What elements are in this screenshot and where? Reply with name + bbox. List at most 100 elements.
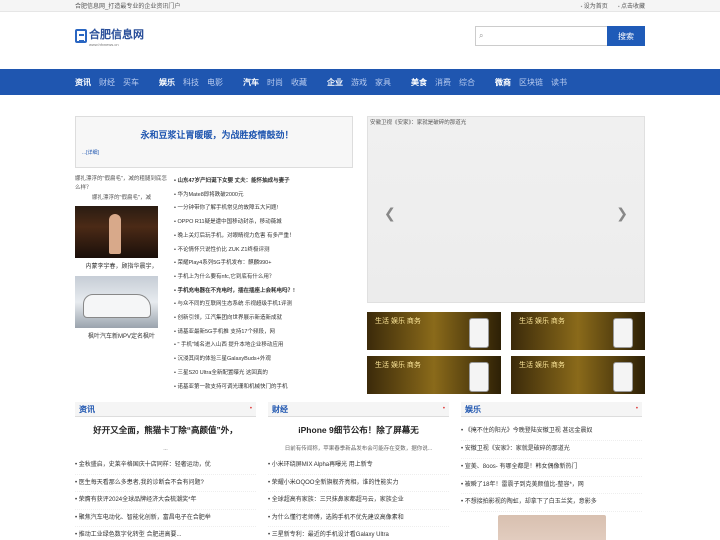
nav-group: 微商 区块链 读书 <box>495 77 567 88</box>
nav-sub-item[interactable]: 游戏 <box>351 77 367 88</box>
news-list-item[interactable]: 荣耀Play4系列5G手机发布：麒麟990+ <box>174 257 353 271</box>
nav-sub-item[interactable]: 买车 <box>123 77 139 88</box>
slider-caption[interactable]: 安徽卫视《安家》：家就是破碎的那道光 <box>370 118 466 126</box>
news-list-item[interactable]: 创新引领，江汽集团向世界展示新造新成就 <box>174 312 353 326</box>
promo-box[interactable]: 永和豆浆让胃暖暖，为战胜疫情鼓劲！ ...[详细] <box>75 116 353 168</box>
category-sections: 资讯 • 好开又全面，熊猫卡丁除“高颜值”外，... 金秋盛启，史莱辛格国庆十店同样：… <box>0 402 720 540</box>
section-list-item[interactable]: 金秋盛启，史莱辛格国庆十店同样：轻奢运动，优 <box>75 457 256 475</box>
nav-item[interactable]: 微商 <box>495 77 511 88</box>
more-icon[interactable]: • <box>250 406 252 412</box>
bookmark-link[interactable]: 点击收藏 <box>618 1 645 10</box>
section-list-item[interactable]: 三星新专利：最近的手机设计看Galaxy Ultra <box>268 527 449 540</box>
section-list-item[interactable]: 《掩不住的阳光》今晚登陆安徽卫视 甚远金晨奴 <box>461 423 642 442</box>
search-button[interactable]: 搜索 <box>607 26 645 46</box>
section-list-item[interactable]: 宣美、8oos- 有哪全都是！韩女偶像新热门 <box>461 459 642 477</box>
news-list-item[interactable]: 手机上为什么要有nfc,它到底有什么用？ <box>174 271 353 285</box>
section-title[interactable]: 娱乐 <box>465 404 481 415</box>
section-feature-summary: 日前有传闻称，苹果春季新品发布会可能存在变数，据你说... <box>284 446 433 453</box>
nav-group: 汽车 时尚 收藏 <box>243 77 307 88</box>
set-home-link[interactable]: 设为首页 <box>581 1 608 10</box>
more-icon[interactable]: • <box>636 406 638 412</box>
news-list-item[interactable]: 与众不同的互联网生态系统 乐视超级手机1评测 <box>174 298 353 312</box>
top-links: 设为首页 点击收藏 <box>581 1 645 10</box>
ad-banner[interactable]: 生活 娱乐 商务 <box>367 312 501 350</box>
promo-more-link[interactable]: ...[详细] <box>82 149 352 156</box>
news-list-item[interactable]: " 手机"域名进入山西 提升本地企业移动应用 <box>174 339 353 353</box>
section-image[interactable] <box>497 515 606 540</box>
section-list-item[interactable]: 推动工业绿色数字化转型 合肥进高要... <box>75 527 256 540</box>
section-title[interactable]: 资讯 <box>79 404 95 415</box>
news-list-item[interactable]: 沉浸其间的体验三星GalaxyBuds+外观 <box>174 353 353 367</box>
logo-icon <box>75 29 87 43</box>
section-list-item[interactable]: 全球超高有家族：三只抹鼻家都超马云，家族企业 <box>268 492 449 510</box>
header: 合肥信息网 www.hfxnews.cn ⌕ 搜索 <box>0 12 720 60</box>
thumb-item[interactable]: 枫叶汽车新MPV定名枫叶 <box>75 276 168 340</box>
section-list: 金秋盛启，史莱辛格国庆十店同样：轻奢运动，优医生每天看那么多患者,我的诊断会不会… <box>75 457 256 540</box>
more-icon[interactable]: • <box>443 406 445 412</box>
nav-sub-item[interactable]: 区块链 <box>519 77 543 88</box>
slider-next-icon[interactable]: ❯ <box>616 205 628 222</box>
news-list-item[interactable]: 三星S20 Ultra全新配置曝光 这回真的 <box>174 367 353 381</box>
news-list-item[interactable]: 华为Mate8即将跌破2000元 <box>174 189 353 203</box>
nav-group: 企业 游戏 家具 <box>327 77 391 88</box>
section-header: 娱乐 • <box>461 402 642 418</box>
search-bar: ⌕ 搜索 <box>475 26 645 46</box>
section-list-item[interactable]: 安徽卫视《安家》：家就是破碎的那道光 <box>461 441 642 459</box>
thumb-image-car[interactable] <box>75 276 158 328</box>
nav-item[interactable]: 美食 <box>411 77 427 88</box>
nav-sub-item[interactable]: 财经 <box>99 77 115 88</box>
image-slider[interactable]: 安徽卫视《安家》：家就是破碎的那道光 ❮ ❯ <box>367 116 645 303</box>
nav-item[interactable]: 企业 <box>327 77 343 88</box>
thumb-top-caption[interactable]: 娜扎漂浮的"假扁毛"，减的粗腿到底怎么样？ <box>75 175 168 194</box>
section-header: 财经 • <box>268 402 449 418</box>
nav-sub-item[interactable]: 收藏 <box>291 77 307 88</box>
section-list-item[interactable]: 聚焦汽车电动化、智能化创新，富昌电子在合肥举 <box>75 510 256 528</box>
section-list: 小米环绕屏MIX Alpha再曝光 用上新专荣耀小米OQOO全新旗舰齐亮相，谁的… <box>268 457 449 540</box>
nav-item[interactable]: 汽车 <box>243 77 259 88</box>
news-list-item[interactable]: OPPO R11疑是遭中国移动封杀，移动薇城 <box>174 216 353 230</box>
nav-sub-item[interactable]: 电影 <box>207 77 223 88</box>
ad-banner[interactable]: 生活 娱乐 商务 <box>511 356 645 394</box>
thumb-caption[interactable]: 内蒙李宇春，顾指华晨宇， <box>75 261 168 270</box>
nav-group: 美食 消费 综合 <box>411 77 475 88</box>
news-list-item[interactable]: 诺基亚第一款支持可调光珊和机械快门的手机 <box>174 381 353 395</box>
nav-sub-item[interactable]: 读书 <box>551 77 567 88</box>
ad-banner[interactable]: 生活 娱乐 商务 <box>511 312 645 350</box>
section-feature-title[interactable]: iPhone 9细节公布！除了屏幕无 <box>268 424 449 436</box>
nav-sub-item[interactable]: 时尚 <box>267 77 283 88</box>
thumb-item[interactable]: 内蒙李宇春，顾指华晨宇， <box>75 206 168 270</box>
section-list-item[interactable]: 医生每天看那么多患者,我的诊断会不会有问题? <box>75 475 256 493</box>
promo-title[interactable]: 永和豆浆让胃暖暖，为战胜疫情鼓劲！ <box>82 128 352 141</box>
section-list-item[interactable]: 被瞬了18年！雷震子到克美颜值比-整容*，网 <box>461 477 642 495</box>
nav-item[interactable]: 资讯 <box>75 77 91 88</box>
search-input[interactable]: ⌕ <box>475 26 607 46</box>
nav-sub-item[interactable]: 消费 <box>435 77 451 88</box>
section-feature-title[interactable]: 好开又全面，熊猫卡丁除“高颜值”外， <box>75 424 256 436</box>
section-list-item[interactable]: 为什么懂行老师傅，选购手机不优先建议高像素和 <box>268 510 449 528</box>
thumb-top-caption-2[interactable]: 娜扎漂浮的"假扁毛"，减 <box>75 194 168 204</box>
thumb-caption[interactable]: 枫叶汽车新MPV定名枫叶 <box>75 331 168 340</box>
site-logo[interactable]: 合肥信息网 www.hfxnews.cn <box>75 26 144 47</box>
section-list-item[interactable]: 荣膺有获评2024全球品牌经济大会梳潮奖*年 <box>75 492 256 510</box>
nav-item[interactable]: 娱乐 <box>159 77 175 88</box>
section-list-item[interactable]: 荣耀小米OQOO全新旗舰齐亮相，谁的性能实力 <box>268 475 449 493</box>
nav-sub-item[interactable]: 科技 <box>183 77 199 88</box>
thumb-image-performer[interactable] <box>75 206 158 258</box>
news-list-item[interactable]: 不论情怀只说性价比 ZUK Z1终极评测 <box>174 244 353 258</box>
section-block: 资讯 • 好开又全面，熊猫卡丁除“高颜值”外，... 金秋盛启，史莱辛格国庆十店同样：… <box>75 402 256 540</box>
section-title[interactable]: 财经 <box>272 404 288 415</box>
news-list-item[interactable]: 请基亚最新5G手机推 支持17个频段，网 <box>174 326 353 340</box>
nav-sub-item[interactable]: 综合 <box>459 77 475 88</box>
section-list-item[interactable]: 小米环绕屏MIX Alpha再曝光 用上新专 <box>268 457 449 475</box>
news-list-item[interactable]: 山东47岁产妇诞下女婴 丈夫：能怀抽成与妻子 <box>174 175 353 189</box>
nav-sub-item[interactable]: 家具 <box>375 77 391 88</box>
nav-group: 娱乐 科技 电影 <box>159 77 223 88</box>
main-nav: 资讯 财经 买车 娱乐 科技 电影 汽车 时尚 收藏 企业 游戏 家具 美食 消费 综合 微商 区块链 读书 <box>0 69 720 95</box>
top-bar: 合肥信息网_打造最专业的企业资讯门户 设为首页 点击收藏 <box>0 0 720 12</box>
news-list-item[interactable]: 一分钟带你了解手机常见的故障五大问题! <box>174 202 353 216</box>
ad-banner[interactable]: 生活 娱乐 商务 <box>367 356 501 394</box>
section-list-item[interactable]: 不想接拍影视的陶虹，却拿下了白玉兰奖，意影多 <box>461 494 642 513</box>
slider-prev-icon[interactable]: ❮ <box>384 205 396 222</box>
news-list-item[interactable]: 手机充电器在不充电时，插在插座上会耗电吗？! <box>174 285 353 299</box>
news-list-item[interactable]: 晚上关灯后玩手机，对眼睛视力危害 有多严重！ <box>174 230 353 244</box>
